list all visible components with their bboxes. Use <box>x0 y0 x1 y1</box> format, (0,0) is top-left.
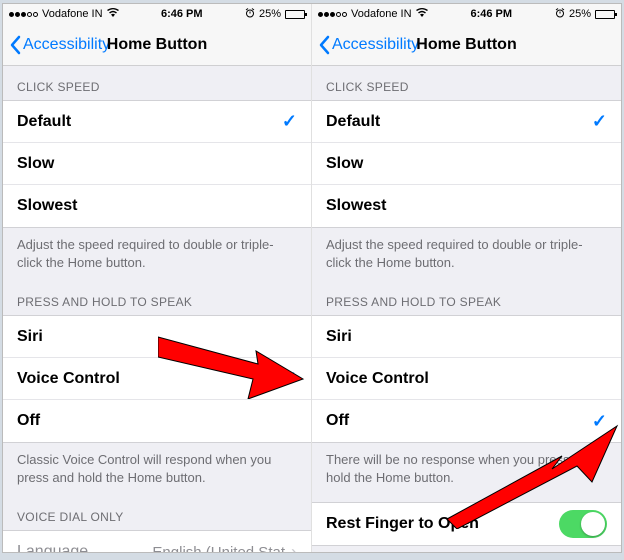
option-siri[interactable]: Siri <box>312 316 621 358</box>
option-slow[interactable]: Slow <box>3 143 311 185</box>
row-value: English (United Stat <box>152 544 285 552</box>
option-default[interactable]: Default ✓ <box>3 101 311 143</box>
clock-label: 6:46 PM <box>161 8 203 20</box>
nav-bar: Accessibility Home Button <box>312 24 621 66</box>
section-footer-click-speed: Adjust the speed required to double or t… <box>3 228 311 281</box>
back-chevron-icon <box>9 35 21 55</box>
option-label: Slow <box>326 155 607 173</box>
status-bar: Vodafone IN 6:46 PM 25% <box>312 4 621 24</box>
wifi-icon <box>416 8 428 20</box>
section-header-voice-dial: VOICE DIAL ONLY <box>3 496 311 530</box>
scroll-content[interactable]: CLICK SPEED Default ✓ Slow Slowest Adjus… <box>312 66 621 552</box>
checkmark-icon: ✓ <box>592 411 607 432</box>
checkmark-icon: ✓ <box>282 368 297 389</box>
option-slowest[interactable]: Slowest <box>3 185 311 227</box>
status-bar: Vodafone IN 6:46 PM 25% <box>3 4 311 24</box>
checkmark-icon: ✓ <box>282 111 297 132</box>
back-chevron-icon <box>318 35 330 55</box>
status-right: 25% <box>245 8 305 21</box>
carrier-label: Vodafone IN <box>351 8 412 20</box>
signal-dots-icon <box>9 12 38 17</box>
row-label: Rest Finger to Open <box>326 515 559 533</box>
option-label: Siri <box>326 328 607 346</box>
option-label: Off <box>326 412 592 430</box>
checkmark-icon: ✓ <box>592 111 607 132</box>
option-off[interactable]: Off ✓ <box>312 400 621 442</box>
battery-icon <box>285 10 305 19</box>
option-label: Default <box>17 113 282 131</box>
chevron-right-icon: › <box>291 542 297 552</box>
section-footer-press-hold: There will be no response when you press… <box>312 443 621 496</box>
screen-right: Vodafone IN 6:46 PM 25% Accessibility Ho… <box>312 4 621 552</box>
option-label: Off <box>17 412 297 430</box>
section-header-press-hold: PRESS AND HOLD TO SPEAK <box>312 281 621 315</box>
section-header-click-speed: CLICK SPEED <box>312 66 621 100</box>
option-voice-control[interactable]: Voice Control ✓ <box>3 358 311 400</box>
battery-pct-label: 25% <box>569 8 591 20</box>
option-default[interactable]: Default ✓ <box>312 101 621 143</box>
status-left: Vodafone IN <box>318 8 428 20</box>
option-label: Default <box>326 113 592 131</box>
option-voice-control[interactable]: Voice Control <box>312 358 621 400</box>
press-hold-group: Siri Voice Control Off ✓ <box>312 315 621 443</box>
press-hold-group: Siri Voice Control ✓ Off <box>3 315 311 443</box>
row-label: Language <box>17 543 152 552</box>
status-left: Vodafone IN <box>9 8 119 20</box>
option-label: Slow <box>17 155 297 173</box>
section-footer-click-speed: Adjust the speed required to double or t… <box>312 228 621 281</box>
option-label: Slowest <box>326 197 607 215</box>
rest-finger-group: Rest Finger to Open <box>312 502 621 546</box>
signal-dots-icon <box>318 12 347 17</box>
option-label: Slowest <box>17 197 297 215</box>
option-slowest[interactable]: Slowest <box>312 185 621 227</box>
row-language[interactable]: Language English (United Stat › <box>3 531 311 552</box>
option-slow[interactable]: Slow <box>312 143 621 185</box>
click-speed-group: Default ✓ Slow Slowest <box>312 100 621 228</box>
row-rest-finger[interactable]: Rest Finger to Open <box>312 503 621 545</box>
option-label: Voice Control <box>326 370 607 388</box>
status-right: 25% <box>555 8 615 21</box>
back-label: Accessibility <box>332 36 419 54</box>
carrier-label: Vodafone IN <box>42 8 103 20</box>
screen-left: Vodafone IN 6:46 PM 25% Accessibility Ho… <box>3 4 312 552</box>
nav-bar: Accessibility Home Button <box>3 24 311 66</box>
voice-dial-group: Language English (United Stat › <box>3 530 311 552</box>
back-button[interactable]: Accessibility <box>3 35 116 55</box>
option-siri[interactable]: Siri <box>3 316 311 358</box>
page-title: Home Button <box>107 36 207 54</box>
alarm-icon <box>245 8 255 21</box>
back-label: Accessibility <box>23 36 110 54</box>
section-footer-press-hold: Classic Voice Control will respond when … <box>3 443 311 496</box>
toggle-switch[interactable] <box>559 510 607 538</box>
section-header-press-hold: PRESS AND HOLD TO SPEAK <box>3 281 311 315</box>
option-label: Voice Control <box>17 370 282 388</box>
battery-pct-label: 25% <box>259 8 281 20</box>
clock-label: 6:46 PM <box>470 8 512 20</box>
wifi-icon <box>107 8 119 20</box>
alarm-icon <box>555 8 565 21</box>
option-label: Siri <box>17 328 297 346</box>
page-title: Home Button <box>416 36 516 54</box>
back-button[interactable]: Accessibility <box>312 35 425 55</box>
option-off[interactable]: Off <box>3 400 311 442</box>
scroll-content[interactable]: CLICK SPEED Default ✓ Slow Slowest Adjus… <box>3 66 311 552</box>
click-speed-group: Default ✓ Slow Slowest <box>3 100 311 228</box>
battery-icon <box>595 10 615 19</box>
section-header-click-speed: CLICK SPEED <box>3 66 311 100</box>
